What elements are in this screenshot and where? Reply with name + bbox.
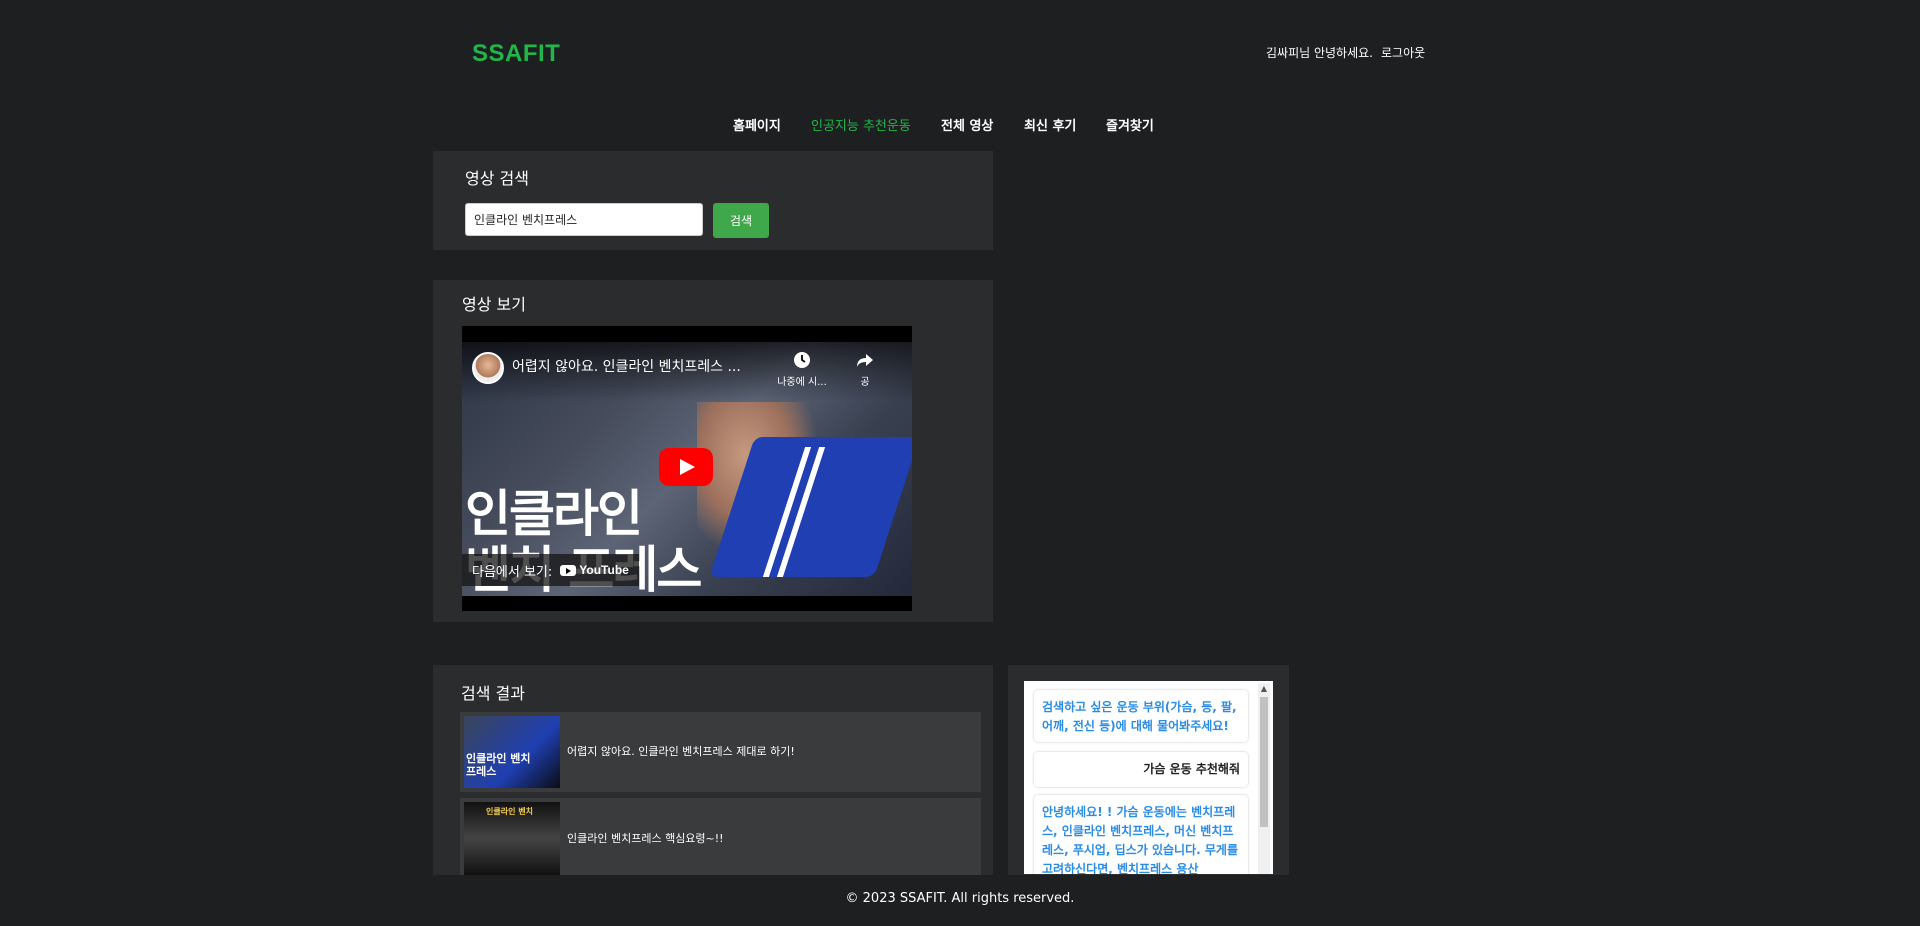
youtube-player[interactable]: 어렵지 않아요. 인클라인 벤치프레스 ... 나중에 시... 공 인클라인 …: [462, 326, 912, 611]
watch-later-button[interactable]: 나중에 시...: [777, 350, 827, 388]
thumbnail-caption-line1: 인클라인: [465, 485, 643, 543]
search-button[interactable]: 검색: [713, 203, 769, 238]
play-button[interactable]: [659, 448, 713, 486]
watch-later-label: 나중에 시...: [777, 377, 827, 388]
video-title[interactable]: 어렵지 않아요. 인클라인 벤치프레스 ...: [512, 356, 741, 376]
watch-on-youtube[interactable]: 다음에서 보기: YouTube: [462, 554, 639, 586]
chat-message-bot: 안녕하세요! ! 가슴 운동에는 벤치프레스, 인클라인 벤치프레스, 머신 벤…: [1034, 795, 1248, 874]
youtube-icon: [560, 564, 577, 576]
chat-message-user: 가슴 운동 추천해줘: [1034, 752, 1248, 787]
search-input[interactable]: [465, 203, 703, 236]
share-icon: [857, 354, 873, 367]
footer-copyright: © 2023 SSAFIT. All rights reserved.: [845, 891, 1075, 906]
result-title: 인클라인 벤치프레스 핵심요령~!!: [567, 832, 724, 845]
share-label: 공: [860, 377, 870, 388]
nav-item-ai-recommend[interactable]: 인공지능 추천운동: [811, 115, 911, 134]
video-panel-title: 영상 보기: [462, 295, 526, 314]
nav-item-home[interactable]: 홈페이지: [733, 115, 781, 134]
result-item[interactable]: 인클라인 벤치 인클라인 벤치프레스 핵심요령~!!: [460, 798, 981, 875]
chat-window[interactable]: 검색하고 싶은 운동 부위(가슴, 등, 팔, 어깨, 전신 등)에 대해 물어…: [1024, 681, 1273, 874]
result-thumbnail: 인클라인 벤치: [464, 802, 560, 875]
chat-message-bot: 검색하고 싶은 운동 부위(가슴, 등, 팔, 어깨, 전신 등)에 대해 물어…: [1034, 690, 1248, 742]
nav-item-latest-reviews[interactable]: 최신 후기: [1024, 115, 1076, 134]
nav-item-all-videos[interactable]: 전체 영상: [941, 115, 993, 134]
user-greeting: 김싸피님 안녕하세요.: [1266, 46, 1373, 60]
nav-item-favorites[interactable]: 즐겨찾기: [1106, 115, 1154, 134]
youtube-wordmark: YouTube: [579, 563, 629, 577]
result-thumbnail-caption: 인클라인 벤치 프레스: [466, 752, 531, 778]
result-thumbnail-caption: 인클라인 벤치: [486, 807, 533, 816]
result-thumbnail: 인클라인 벤치 프레스: [464, 716, 560, 788]
site-logo[interactable]: SSAFIT: [472, 40, 560, 68]
chat-scrollbar[interactable]: ▲: [1258, 683, 1270, 874]
watch-on-label: 다음에서 보기:: [472, 564, 553, 580]
search-panel-title: 영상 검색: [465, 169, 529, 188]
youtube-logo: YouTube: [560, 563, 629, 577]
clock-icon: [794, 352, 810, 368]
scroll-up-icon[interactable]: ▲: [1258, 683, 1270, 695]
result-item[interactable]: 인클라인 벤치 프레스 어렵지 않아요. 인클라인 벤치프레스 제대로 하기!: [460, 712, 981, 792]
result-title: 어렵지 않아요. 인클라인 벤치프레스 제대로 하기!: [567, 745, 795, 758]
channel-avatar[interactable]: [472, 352, 504, 384]
main-nav: 홈페이지 인공지능 추천운동 전체 영상 최신 후기 즐겨찾기: [0, 115, 1920, 135]
logout-link[interactable]: 로그아웃: [1381, 44, 1425, 61]
scroll-thumb[interactable]: [1260, 697, 1268, 827]
share-button[interactable]: 공: [840, 350, 890, 388]
results-panel-title: 검색 결과: [461, 684, 525, 703]
